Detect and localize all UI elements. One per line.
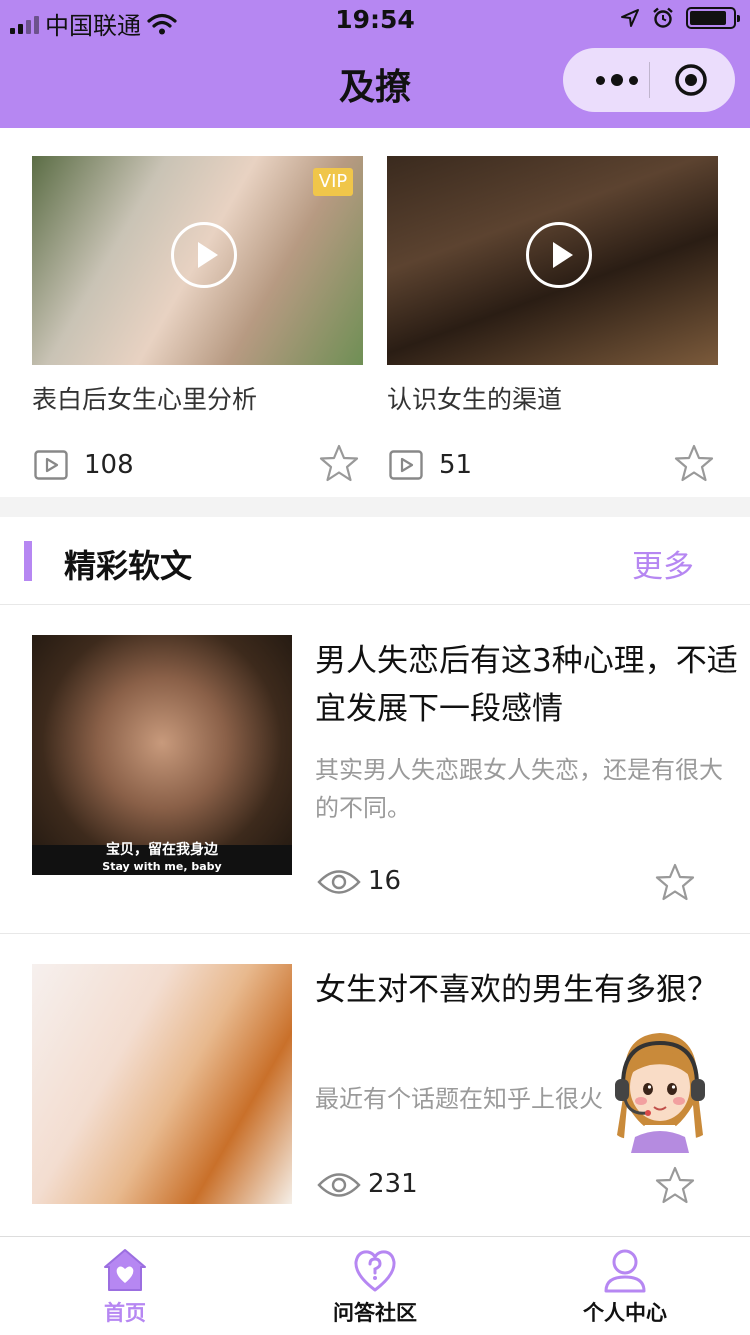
section-accent-bar	[24, 541, 32, 581]
video-thumbnail[interactable]	[387, 156, 718, 365]
location-arrow-icon	[621, 9, 639, 27]
article-thumbnail[interactable]	[32, 964, 292, 1204]
view-count: 16	[368, 866, 402, 896]
article-title[interactable]: 女生对不喜欢的男生有多狠？	[315, 966, 745, 1014]
section-divider	[0, 497, 750, 517]
divider	[0, 933, 750, 934]
tab-label: 个人中心	[583, 1301, 667, 1325]
article-title[interactable]: 男人失恋后有这3种心理，不适宜发展下一段感情	[315, 637, 745, 733]
image-caption-cn: 宝贝，留在我身边	[106, 842, 218, 858]
video-title[interactable]: 表白后女生心里分析	[32, 380, 257, 416]
tab-home[interactable]: 首页	[0, 1237, 250, 1335]
video-card[interactable]: VIP 表白后女生心里分析 108	[32, 156, 363, 482]
play-count: 51	[439, 450, 473, 480]
favorite-star-icon[interactable]	[319, 443, 359, 483]
video-title[interactable]: 认识女生的渠道	[387, 380, 562, 416]
section-title: 精彩软文	[64, 547, 193, 585]
more-link[interactable]: 更多	[632, 541, 694, 586]
divider	[0, 604, 750, 605]
status-bar: 中国联通 19:54	[0, 0, 750, 40]
vip-badge: VIP	[313, 168, 353, 196]
article-description: 其实男人失恋跟女人失恋，还是有很大的不同。	[315, 756, 723, 822]
views-eye-icon	[317, 1173, 361, 1197]
play-icon[interactable]	[171, 222, 237, 288]
tab-qa-community[interactable]: 问答社区	[250, 1237, 500, 1335]
favorite-star-icon[interactable]	[655, 1165, 695, 1205]
views-eye-icon	[317, 870, 361, 894]
navigation-bar: 中国联通 19:54 及撩	[0, 0, 750, 128]
video-thumbnail[interactable]: VIP	[32, 156, 363, 365]
mini-program-capsule	[563, 48, 735, 112]
question-heart-icon	[354, 1250, 396, 1292]
battery-icon	[686, 7, 740, 29]
play-icon[interactable]	[526, 222, 592, 288]
tab-label: 问答社区	[333, 1301, 417, 1325]
image-caption-en: Stay with me, baby	[102, 860, 222, 873]
alarm-icon	[653, 7, 673, 28]
favorite-star-icon[interactable]	[674, 443, 714, 483]
view-count: 231	[368, 1169, 418, 1199]
tab-bar: 首页 问答社区 个人中心	[0, 1236, 750, 1335]
video-count-icon	[34, 450, 68, 480]
user-icon	[604, 1249, 646, 1293]
video-count-icon	[389, 450, 423, 480]
tab-label: 首页	[104, 1301, 146, 1325]
more-options-icon[interactable]	[587, 66, 647, 94]
close-miniprogram-icon[interactable]	[674, 63, 708, 97]
favorite-star-icon[interactable]	[655, 862, 695, 902]
article-thumbnail[interactable]: 宝贝，留在我身边 Stay with me, baby	[32, 635, 292, 875]
customer-service-assistant-icon[interactable]	[605, 1025, 715, 1155]
video-card[interactable]: 认识女生的渠道 51	[387, 156, 718, 482]
play-count: 108	[84, 450, 134, 480]
home-heart-icon	[104, 1249, 146, 1291]
tab-personal-center[interactable]: 个人中心	[500, 1237, 750, 1335]
